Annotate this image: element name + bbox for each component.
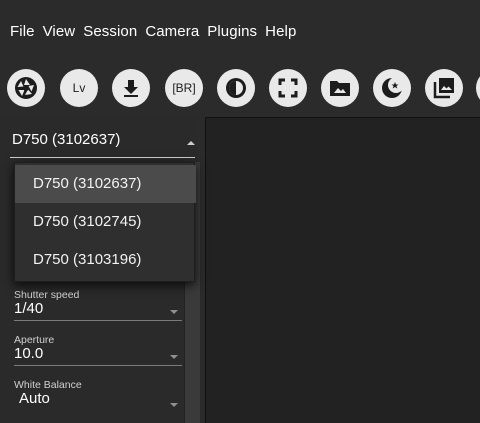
menu-view[interactable]: View <box>43 23 76 40</box>
folder-image-icon <box>330 81 350 96</box>
gallery-button[interactable] <box>425 69 463 107</box>
camera-option[interactable]: D750 (3102745) <box>15 203 196 241</box>
camera-select[interactable]: D750 (3102637) <box>10 128 195 158</box>
chevron-down-icon <box>170 355 178 359</box>
menu-file[interactable]: File <box>10 23 35 40</box>
menu-bar: File View Session Camera Plugins Help <box>0 0 480 62</box>
moon-star-icon <box>382 77 404 98</box>
chevron-down-icon <box>170 310 178 314</box>
camera-dropdown-list: D750 (3102637) D750 (3102745) D750 (3103… <box>14 162 196 282</box>
open-folder-button[interactable] <box>321 69 359 107</box>
camera-option[interactable]: D750 (3102637) <box>15 165 196 203</box>
camera-option[interactable]: D750 (3103196) <box>15 241 196 279</box>
live-view-button[interactable]: Lv <box>60 69 98 107</box>
more-toolbar-button[interactable] <box>476 69 480 107</box>
timer-icon <box>226 78 246 98</box>
menu-plugins[interactable]: Plugins <box>207 23 257 40</box>
bracketing-label: [BR] <box>172 81 196 95</box>
camera-select-value: D750 (3102637) <box>12 131 121 148</box>
menu-camera[interactable]: Camera <box>145 23 199 40</box>
gallery-icon <box>433 78 454 99</box>
chevron-down-icon <box>170 403 178 407</box>
menu-help[interactable]: Help <box>265 23 296 40</box>
download-button[interactable] <box>112 69 150 107</box>
aperture-value: 10.0 <box>14 345 44 362</box>
focus-button[interactable] <box>269 69 307 107</box>
focus-frame-icon <box>278 78 298 98</box>
aperture-icon <box>15 77 37 99</box>
live-view-label: Lv <box>72 81 86 95</box>
shutter-release-button[interactable] <box>7 69 45 107</box>
toolbar: Lv [BR] <box>0 62 480 114</box>
night-mode-button[interactable] <box>373 69 411 107</box>
timelapse-button[interactable] <box>217 69 255 107</box>
caret-up-icon <box>187 141 195 145</box>
bracketing-button[interactable]: [BR] <box>165 69 203 107</box>
white-balance-value: Auto <box>19 390 50 407</box>
image-view-area <box>205 117 480 423</box>
menu-session[interactable]: Session <box>83 23 137 40</box>
field-underline <box>14 320 182 321</box>
download-icon <box>124 80 138 97</box>
shutter-speed-value: 1/40 <box>14 300 44 317</box>
field-underline <box>14 365 182 366</box>
